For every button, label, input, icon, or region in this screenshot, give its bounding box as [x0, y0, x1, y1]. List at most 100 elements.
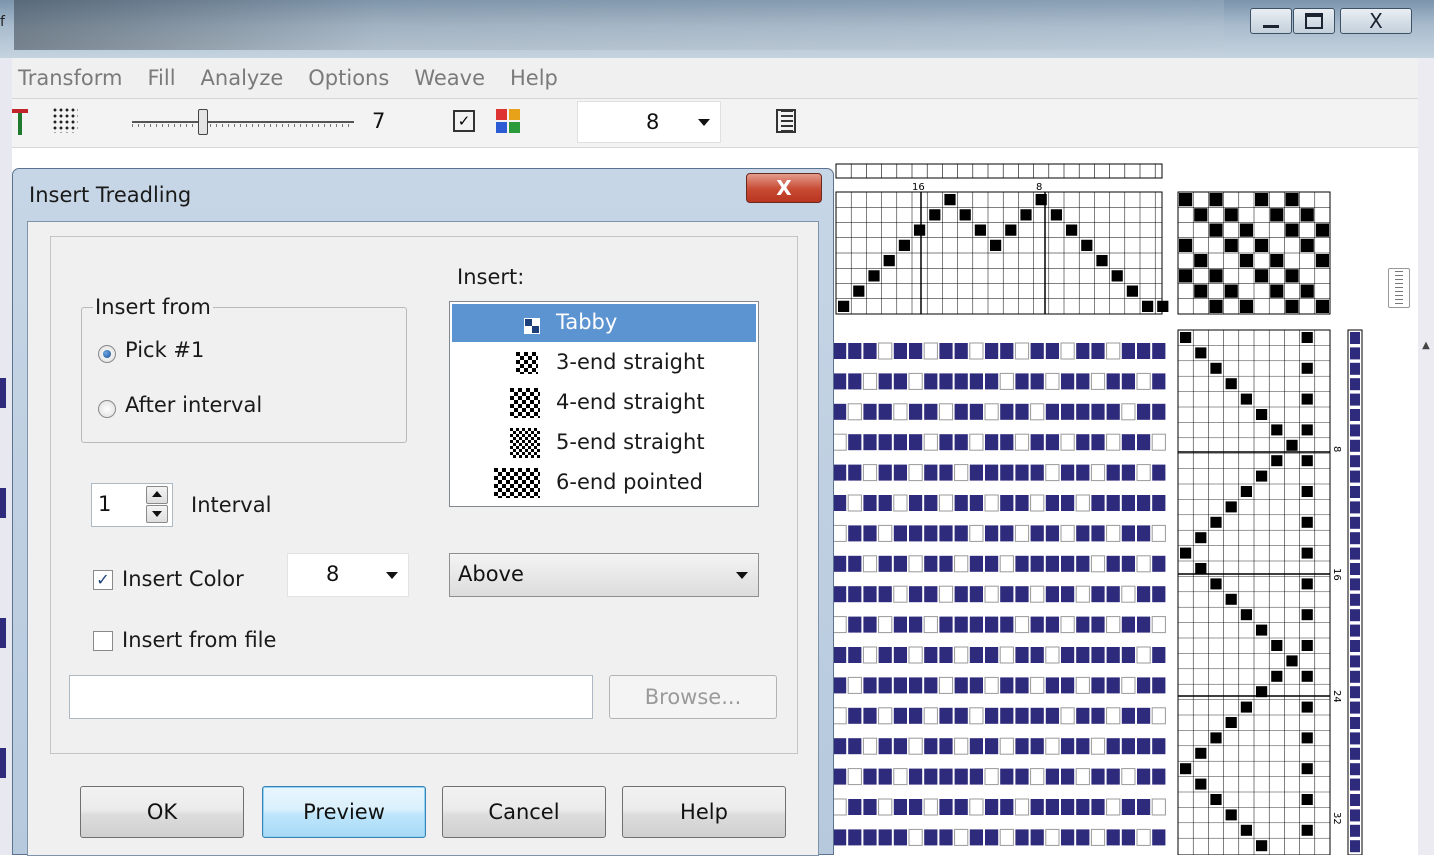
insert-color-select[interactable]: 8 [287, 553, 409, 597]
threading-cell [944, 194, 956, 206]
chevron-down-icon [698, 119, 710, 126]
maximize-button[interactable] [1293, 8, 1335, 34]
radio-after-interval[interactable] [98, 400, 116, 418]
drawdown-cell [893, 434, 907, 451]
drawdown-cell [1076, 525, 1090, 542]
radio-pick-1[interactable] [98, 345, 116, 363]
radio-after-interval-label[interactable]: After interval [125, 393, 262, 417]
options-panel: Insert from Pick #1 After interval 1 Int… [50, 236, 798, 754]
threading-cell [1081, 239, 1093, 251]
drawdown-cell [909, 586, 923, 603]
insert-pattern-list[interactable]: Tabby 3-end straight 4-end straight 5-en… [449, 301, 759, 507]
slider-thumb[interactable] [198, 109, 208, 135]
zoom-slider[interactable] [132, 109, 354, 137]
menu-help[interactable]: Help [510, 66, 558, 90]
cancel-button[interactable]: Cancel [442, 786, 606, 838]
chevron-down-icon [736, 572, 748, 579]
scroll-up-icon[interactable]: ▲ [1420, 340, 1432, 356]
notes-icon[interactable] [776, 109, 796, 133]
interval-down-button[interactable] [146, 505, 168, 523]
drawdown-cell-empty [938, 585, 954, 603]
drawdown-cell [1076, 555, 1090, 572]
color-count-select[interactable]: 8 [577, 101, 721, 143]
drawdown-cell [1015, 373, 1029, 390]
close-window-button[interactable]: X [1340, 8, 1412, 34]
browse-button[interactable]: Browse... [609, 675, 777, 719]
drawdown-cell [863, 829, 877, 846]
interval-label: Interval [191, 493, 272, 517]
drawdown-cell [863, 403, 877, 420]
insert-position-select[interactable]: Above [449, 553, 759, 597]
drawdown-cell [1121, 616, 1135, 633]
drawdown-cell [924, 829, 938, 846]
weft-color-cell [1350, 347, 1360, 360]
menu-options[interactable]: Options [308, 66, 389, 90]
menu-weave[interactable]: Weave [414, 66, 485, 90]
insert-from-file-label[interactable]: Insert from file [122, 628, 276, 652]
drawdown-cell-empty [923, 342, 938, 360]
list-item-3-end-straight[interactable]: 3-end straight [452, 344, 756, 382]
dialog-close-button[interactable]: X [746, 173, 822, 203]
drawdown-cell-empty [1090, 464, 1106, 482]
left-edge-mark [0, 748, 6, 778]
drawdown-cell-empty [1045, 646, 1060, 664]
drawdown-cell [1045, 586, 1059, 603]
drawdown-cell [1030, 434, 1044, 451]
drawdown-cell-empty [1090, 737, 1106, 755]
drawdown-cell [1106, 403, 1120, 420]
drawdown-cell-empty [1060, 342, 1075, 360]
scroll-thumb[interactable] [1388, 268, 1410, 308]
vertical-scrollbar[interactable]: ▲ [1388, 58, 1434, 855]
insert-color-checkbox[interactable]: ✓ [93, 570, 113, 590]
weft-color-cell [1350, 732, 1360, 745]
drawdown-cell-empty [908, 555, 923, 573]
treadling-cell [1301, 455, 1313, 467]
color-palette-icon[interactable] [496, 109, 522, 135]
tieup-cell [1239, 299, 1253, 313]
weft-color-cell [1350, 624, 1360, 637]
drawdown-cell [863, 495, 877, 511]
drawdown-cell [1045, 403, 1059, 420]
drawdown-cell [969, 495, 983, 511]
drawdown-cell [1061, 738, 1075, 755]
drawdown-cell-empty [1136, 828, 1151, 846]
drawdown-cell [969, 677, 983, 694]
treadling-cell [1195, 747, 1207, 759]
tieup-tool-icon[interactable] [12, 109, 28, 135]
list-item-5-end-straight[interactable]: 5-end straight [452, 424, 756, 462]
drawdown-cell [954, 495, 968, 511]
list-item-tabby[interactable]: Tabby [452, 304, 756, 342]
pattern-tool-icon[interactable] [52, 107, 78, 133]
file-path-input[interactable] [69, 675, 593, 719]
menu-transform[interactable]: Transform [18, 66, 122, 90]
preview-button[interactable]: Preview [262, 786, 426, 838]
insert-from-file-checkbox[interactable] [93, 631, 113, 651]
radio-pick-1-label[interactable]: Pick #1 [125, 338, 204, 362]
menu-analyze[interactable]: Analyze [201, 66, 284, 90]
treadling-cell [1195, 563, 1207, 574]
list-item-6-end-pointed[interactable]: 6-end pointed [452, 464, 756, 502]
treadling-label-32: 32 [1331, 812, 1342, 825]
interval-spinner[interactable]: 1 [91, 483, 173, 527]
menu-fill[interactable]: Fill [147, 66, 175, 90]
drawdown-cell [833, 677, 847, 694]
check-tool-icon[interactable]: ✓ [453, 110, 475, 132]
insert-color-label[interactable]: Insert Color [122, 567, 244, 591]
ok-button[interactable]: OK [80, 786, 244, 838]
drawdown-cell-empty [908, 372, 923, 390]
weft-color-cell [1350, 470, 1360, 483]
drawdown-cell [1137, 616, 1151, 633]
tieup-cell [1239, 223, 1253, 237]
drawdown-cell-empty [847, 676, 862, 694]
list-item-4-end-straight[interactable]: 4-end straight [452, 384, 756, 422]
help-button[interactable]: Help [622, 786, 786, 838]
treadling-cell [1256, 840, 1268, 852]
interval-up-button[interactable] [146, 486, 168, 504]
drawdown-cell-empty [1106, 524, 1121, 542]
tieup-cell [1285, 299, 1299, 313]
minimize-button[interactable] [1250, 8, 1292, 34]
tieup-cell [1194, 284, 1208, 298]
drawdown-cell [863, 525, 877, 542]
help-label: Help [680, 800, 728, 824]
drawdown-cell [909, 434, 923, 451]
